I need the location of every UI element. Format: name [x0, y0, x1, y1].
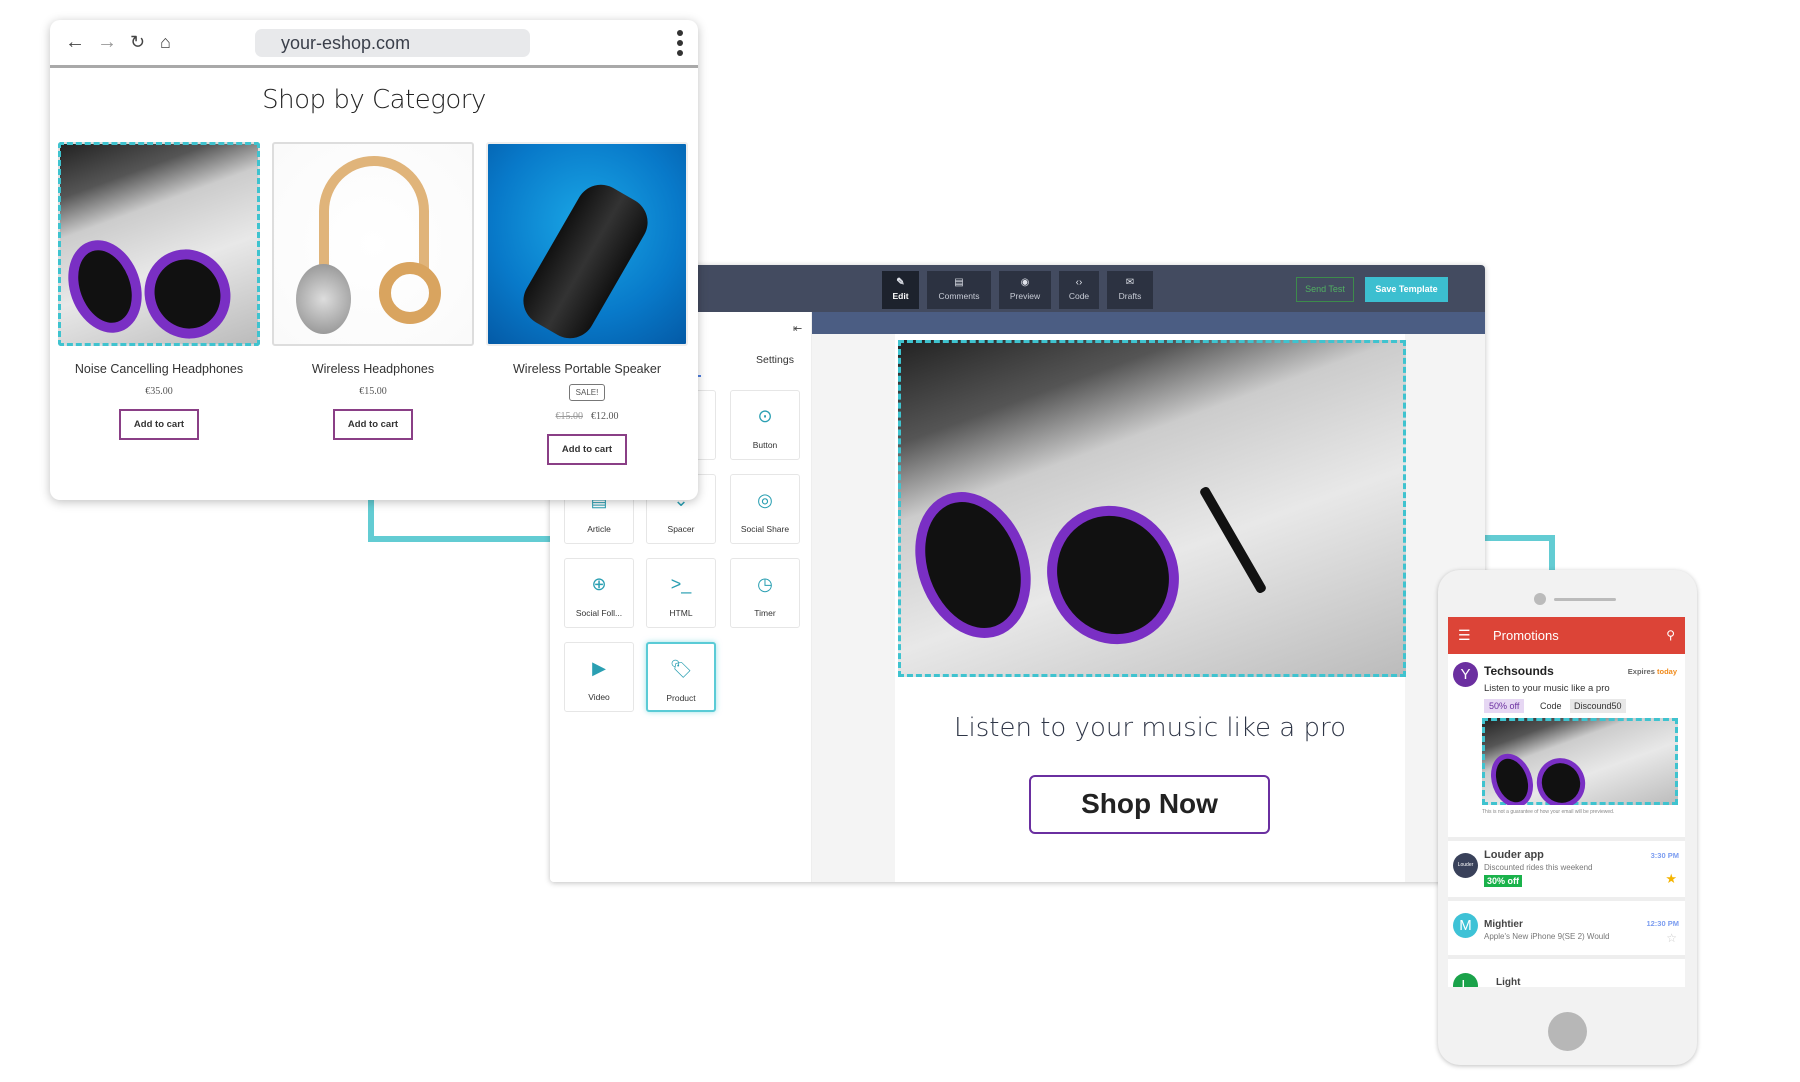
home-button[interactable] — [1548, 1012, 1587, 1051]
tab-settings[interactable]: Settings — [756, 354, 794, 366]
block-social-share[interactable]: ◎ Social Share — [730, 474, 800, 544]
block-video[interactable]: ▶ Video — [564, 642, 634, 712]
phone-mockup: ☰ Promotions ⚲ Y Techsounds Expires toda… — [1438, 570, 1697, 1065]
mail-item[interactable]: M Mightier 12:30 PM Apple's New iPhone 9… — [1448, 901, 1685, 959]
tab-code[interactable]: ‹› Code — [1059, 271, 1099, 309]
avatar: Louder — [1453, 853, 1478, 878]
header-title: Promotions — [1493, 628, 1559, 643]
product-card: Wireless Portable Speaker SALE! €15.00 €1… — [486, 142, 688, 465]
product-price: €15.00 — [359, 386, 387, 397]
tab-drafts[interactable]: ✉ Drafts — [1107, 271, 1153, 309]
home-icon[interactable]: ⌂ — [160, 32, 171, 52]
add-to-cart-button[interactable]: Add to cart — [547, 434, 627, 465]
product-price: €35.00 — [145, 386, 173, 397]
tab-preview[interactable]: ◉ Preview — [999, 271, 1051, 309]
canvas-header-bar — [812, 312, 1485, 334]
product-image-speaker[interactable] — [486, 142, 688, 346]
browser-toolbar: ← → ↻ ⌂ your-eshop.com — [50, 20, 698, 68]
sale-price: €12.00 — [591, 411, 619, 422]
shop-now-button[interactable]: Shop Now — [1029, 775, 1270, 834]
block-html[interactable]: >_ HTML — [646, 558, 716, 628]
mail-snippet: Apple's New iPhone 9(SE 2) Would — [1484, 932, 1610, 941]
promotions-header: ☰ Promotions ⚲ — [1448, 617, 1685, 654]
product-price: €15.00 €12.00 — [486, 411, 688, 422]
star-icon[interactable]: ★ — [1665, 871, 1677, 887]
mail-item[interactable]: Louder Louder app 3:30 PM Discounted rid… — [1448, 841, 1685, 901]
back-arrow-icon[interactable]: ← — [65, 32, 85, 52]
camera-icon — [1534, 593, 1546, 605]
comments-icon: ▤ — [954, 277, 964, 288]
timer-icon: ◷ — [757, 574, 773, 594]
sender-name: Louder app — [1484, 849, 1544, 861]
video-icon: ▶ — [592, 658, 606, 678]
browser-window: ← → ↻ ⌂ your-eshop.com Shop by Category … — [50, 20, 698, 500]
mail-preview-image[interactable] — [1482, 718, 1678, 805]
product-name[interactable]: Wireless Headphones — [272, 362, 474, 376]
discount-badge: 50% off — [1484, 699, 1525, 713]
old-price: €15.00 — [555, 411, 584, 422]
social-share-icon: ◎ — [757, 490, 773, 510]
block-social-follow[interactable]: ⊕ Social Foll... — [564, 558, 634, 628]
search-icon[interactable]: ⚲ — [1666, 617, 1675, 654]
product-card: Noise Cancelling Headphones €35.00 Add t… — [58, 142, 260, 440]
forward-arrow-icon[interactable]: → — [97, 32, 117, 52]
mail-time: 12:30 PM — [1646, 919, 1679, 928]
block-product[interactable]: 🏷 Product — [646, 642, 716, 712]
speaker-grille — [1554, 598, 1616, 601]
mail-item[interactable]: L Light — [1448, 959, 1685, 987]
mail-snippet: Listen to your music like a pro — [1484, 683, 1610, 694]
product-image-wireless-headphones[interactable] — [272, 142, 474, 346]
avatar: L — [1453, 973, 1478, 987]
sender-name: Light — [1496, 977, 1521, 987]
block-timer[interactable]: ◷ Timer — [730, 558, 800, 628]
expires-label: Expires today — [1627, 667, 1677, 676]
discount-badge: 30% off — [1484, 875, 1523, 887]
social-follow-icon: ⊕ — [591, 574, 607, 594]
product-card: Wireless Headphones €15.00 Add to cart — [272, 142, 474, 440]
email-hero-image[interactable] — [898, 340, 1406, 677]
address-bar[interactable]: your-eshop.com — [255, 29, 530, 57]
sender-name: Techsounds — [1484, 664, 1554, 678]
page-title: Shop by Category — [262, 85, 486, 115]
add-to-cart-button[interactable]: Add to cart — [333, 409, 413, 440]
tab-edit[interactable]: ✎ Edit — [882, 271, 919, 309]
mail-item[interactable]: Y Techsounds Expires today Listen to you… — [1448, 654, 1685, 841]
mail-time: 3:30 PM — [1650, 851, 1679, 860]
email-tagline[interactable]: Listen to your music like a pro — [895, 713, 1405, 743]
mail-snippet: Discounted rides this weekend — [1484, 863, 1593, 872]
product-name[interactable]: Wireless Portable Speaker — [486, 362, 688, 376]
send-test-button[interactable]: Send Test — [1296, 277, 1354, 302]
button-icon: ⊙ — [757, 406, 773, 426]
phone-screen: ☰ Promotions ⚲ Y Techsounds Expires toda… — [1448, 617, 1685, 987]
drafts-icon: ✉ — [1125, 277, 1135, 288]
save-template-button[interactable]: Save Template — [1365, 277, 1448, 302]
pencil-icon: ✎ — [896, 277, 905, 288]
star-outline-icon[interactable]: ☆ — [1666, 931, 1677, 945]
sender-name: Mightier — [1484, 919, 1523, 930]
hamburger-icon[interactable]: ☰ — [1458, 617, 1471, 654]
reload-icon[interactable]: ↻ — [130, 32, 145, 52]
product-tag-icon: 🏷 — [669, 659, 693, 679]
avatar: Y — [1453, 662, 1478, 687]
sale-badge: SALE! — [568, 384, 606, 401]
eye-icon: ◉ — [1020, 277, 1030, 288]
block-button[interactable]: ⊙ Button — [730, 390, 800, 460]
add-to-cart-button[interactable]: Add to cart — [119, 409, 199, 440]
code-label: Code — [1540, 701, 1562, 711]
html-icon: >_ — [670, 574, 692, 594]
preview-disclaimer: This is not a guarantee of how your emai… — [1482, 809, 1615, 815]
product-image-headphones[interactable] — [58, 142, 260, 346]
code-icon: ‹› — [1075, 277, 1083, 288]
promo-code: Discound50 — [1570, 699, 1626, 713]
tab-comments[interactable]: ▤ Comments — [927, 271, 991, 309]
product-name[interactable]: Noise Cancelling Headphones — [58, 362, 260, 376]
collapse-left-icon[interactable]: ⇤ — [793, 322, 802, 335]
avatar: M — [1453, 913, 1478, 938]
kebab-menu-icon[interactable] — [677, 30, 683, 60]
